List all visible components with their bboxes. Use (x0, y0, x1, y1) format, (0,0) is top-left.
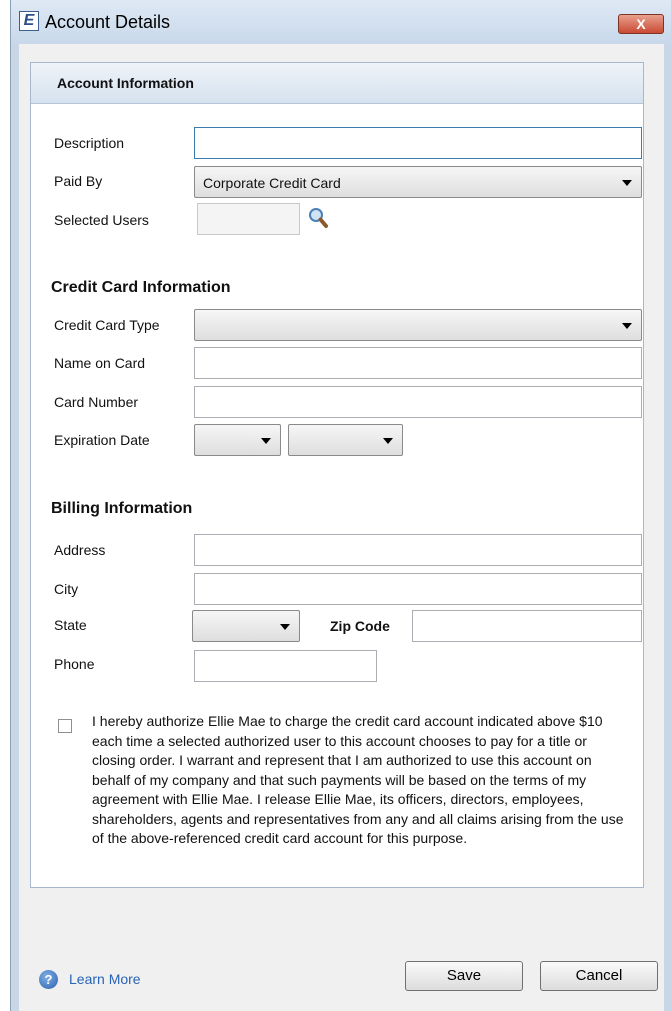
chevron-down-icon (622, 180, 632, 186)
card-number-input[interactable] (194, 386, 642, 418)
expiration-date-label: Expiration Date (54, 432, 150, 448)
cancel-button[interactable]: Cancel (540, 961, 658, 991)
close-button[interactable]: X (618, 14, 664, 34)
chevron-down-icon (383, 438, 393, 444)
credit-card-heading: Credit Card Information (51, 279, 231, 296)
expiration-month-select[interactable] (194, 424, 281, 456)
paid-by-value: Corporate Credit Card (203, 175, 341, 191)
authorization-text: I hereby authorize Ellie Mae to charge t… (92, 713, 624, 846)
zip-code-label: Zip Code (330, 618, 390, 634)
paid-by-select[interactable]: Corporate Credit Card (194, 166, 642, 198)
panel-title: Account Information (57, 75, 194, 91)
credit-card-type-select[interactable] (194, 309, 642, 341)
state-label: State (54, 617, 87, 633)
expiration-year-select[interactable] (288, 424, 403, 456)
learn-more-link[interactable]: Learn More (69, 971, 141, 987)
card-number-label: Card Number (54, 394, 139, 410)
state-select[interactable] (192, 610, 300, 642)
description-input[interactable] (194, 127, 642, 159)
address-label: Address (54, 542, 106, 558)
authorization-checkbox[interactable] (58, 719, 72, 733)
window-title: Account Details (45, 12, 171, 32)
panel-header: Account Information (31, 63, 643, 104)
chevron-down-icon (280, 624, 290, 630)
selected-users-field (197, 203, 300, 235)
close-icon: X (636, 16, 646, 32)
city-label: City (54, 581, 79, 597)
billing-heading: Billing Information (51, 500, 193, 517)
phone-input[interactable] (194, 650, 377, 682)
description-label: Description (54, 135, 125, 151)
credit-card-type-label: Credit Card Type (54, 317, 160, 333)
title-bar: E Account Details X (11, 0, 671, 44)
save-button[interactable]: Save (405, 961, 523, 991)
chevron-down-icon (261, 438, 271, 444)
zip-code-input[interactable] (412, 610, 642, 642)
name-on-card-input[interactable] (194, 347, 642, 379)
city-input[interactable] (194, 573, 642, 605)
selected-users-label: Selected Users (54, 212, 149, 228)
help-icon[interactable]: ? (39, 970, 58, 989)
app-logo-icon: E (19, 11, 39, 31)
paid-by-label: Paid By (54, 173, 103, 189)
name-on-card-label: Name on Card (54, 355, 146, 371)
chevron-down-icon (622, 323, 632, 329)
phone-label: Phone (54, 656, 95, 672)
search-icon[interactable] (308, 207, 328, 229)
address-input[interactable] (194, 534, 642, 566)
